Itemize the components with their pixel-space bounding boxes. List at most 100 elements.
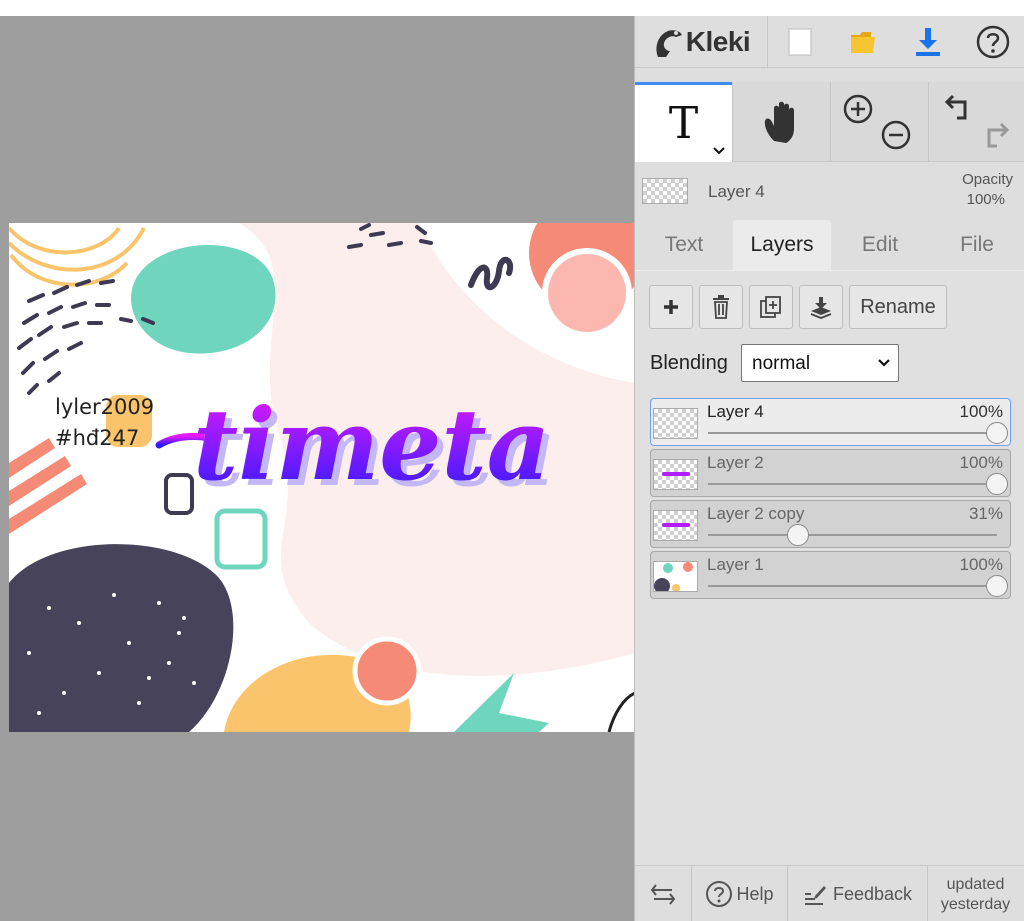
opacity-slider-handle[interactable] [986, 575, 1008, 597]
layer-thumbnail [653, 459, 698, 490]
rename-layer-button[interactable]: Rename [849, 285, 947, 329]
add-layer-button[interactable] [649, 285, 693, 329]
watermark-tag: #hđ247 [55, 426, 140, 450]
open-file-button[interactable] [832, 16, 896, 68]
layer-thumbnail [653, 408, 698, 439]
feedback-link[interactable]: Feedback [788, 866, 927, 921]
updated-status: updated yesterday [928, 875, 1023, 915]
merge-down-button[interactable] [799, 285, 843, 329]
blending-control: Blending normal [650, 344, 910, 384]
panel-footer: Help Feedback updated yesterday [635, 865, 1024, 921]
coral-stripes [9, 438, 87, 534]
zoom-buttons [831, 82, 928, 162]
kleki-bird-icon [656, 30, 682, 57]
swap-side-button[interactable] [635, 866, 691, 921]
current-layer-thumbnail [642, 178, 688, 204]
layers-tab-content: Rename Blending normal Layer 4 100% Laye… [635, 270, 1024, 865]
dark-rect-outline [164, 473, 194, 515]
opacity-slider-track[interactable] [708, 585, 997, 587]
mint-blob [131, 245, 276, 354]
browser-top-strip [0, 0, 1024, 16]
side-panel: Kleki T Layer 4 Opacity 100% Text Layers… [634, 16, 1024, 921]
zoom-out-icon[interactable] [879, 118, 913, 152]
hand-icon [764, 101, 794, 143]
mint-arrow [454, 673, 549, 732]
help-button[interactable] [960, 16, 1024, 68]
lettering-main: timeta [193, 388, 550, 503]
download-button[interactable] [896, 16, 960, 68]
layer-opacity-value: 31% [968, 504, 1003, 523]
layer-thumbnail [653, 561, 698, 594]
opacity-slider-track[interactable] [708, 534, 997, 536]
opacity-slider-handle[interactable] [986, 473, 1008, 495]
opacity-value[interactable]: 100% [967, 191, 1005, 208]
layer-preview-lettering [662, 523, 690, 527]
pink-circle [542, 248, 632, 338]
duplicate-icon [760, 296, 781, 318]
tab-text[interactable]: Text [635, 220, 733, 270]
opacity-slider-handle[interactable] [986, 422, 1008, 444]
zoom-in-icon[interactable] [841, 92, 875, 126]
plus-icon [664, 300, 678, 314]
tab-edit[interactable]: Edit [831, 220, 929, 270]
text-tool-icon: T [668, 98, 699, 149]
tab-layers[interactable]: Layers [733, 220, 831, 270]
redo-icon[interactable] [979, 120, 1011, 152]
chevron-down-icon[interactable] [712, 146, 726, 156]
trash-icon [713, 295, 729, 319]
opacity-slider-handle[interactable] [786, 524, 809, 546]
current-layer-name: Layer 4 [708, 182, 765, 201]
layer-preview-artwork [654, 562, 693, 594]
app-name: Kleki [685, 26, 751, 57]
toolbar-header: Kleki [635, 16, 1024, 68]
text-tool-button[interactable]: T [635, 82, 732, 162]
opacity-label: Opacity [962, 171, 1013, 188]
layer-name: Layer 1 [707, 555, 764, 574]
updated-line-1: updated [946, 876, 1005, 893]
mint-rect-outline [214, 508, 268, 570]
watermark-username: lyler2009 [55, 395, 155, 419]
coral-small-circle [352, 636, 422, 706]
layer-row-layer-2-copy[interactable]: Layer 2 copy 31% [650, 500, 1011, 548]
help-link[interactable]: Help [692, 866, 787, 921]
layer-thumbnail [653, 510, 698, 541]
help-label: Help [736, 883, 774, 904]
new-image-button[interactable] [768, 16, 832, 68]
layer-row-layer-2[interactable]: Layer 2 100% [650, 449, 1011, 497]
canvas-artwork: timeta timeta [9, 223, 635, 732]
dark-blob [9, 544, 234, 732]
tool-row: T [635, 82, 1024, 162]
layer-opacity-value: 100% [959, 453, 1003, 472]
layer-preview-lettering [662, 472, 690, 476]
hand-tool-button[interactable] [733, 82, 830, 162]
layer-name: Layer 4 [707, 402, 764, 421]
delete-layer-button[interactable] [699, 285, 743, 329]
updated-line-2: yesterday [940, 896, 1011, 913]
feedback-label: Feedback [832, 883, 913, 904]
layer-opacity-value: 100% [959, 555, 1003, 574]
black-stroke [607, 691, 635, 732]
workspace[interactable]: timeta timeta lyler2009 #hđ247 [0, 16, 635, 921]
tab-file[interactable]: File [929, 220, 1024, 270]
undo-icon[interactable] [943, 92, 975, 124]
layer-row-layer-1[interactable]: Layer 1 100% [650, 551, 1011, 599]
blending-select[interactable]: normal [741, 344, 899, 382]
opacity-slider-track[interactable] [708, 432, 997, 434]
duplicate-layer-button[interactable] [749, 285, 793, 329]
chevron-down-icon [878, 359, 890, 367]
current-layer-info: Layer 4 Opacity 100% [635, 162, 1024, 220]
layer-row-layer-4[interactable]: Layer 4 100% [650, 398, 1011, 446]
drawing-canvas[interactable]: timeta timeta lyler2009 #hđ247 [9, 223, 635, 732]
blending-label: Blending [650, 352, 728, 374]
opacity-slider-track[interactable] [708, 483, 997, 485]
layer-name: Layer 2 copy [707, 504, 805, 523]
layer-name: Layer 2 [707, 453, 764, 472]
download-icon [916, 28, 940, 56]
yellow-wavy-lines [9, 226, 146, 287]
new-image-icon [788, 28, 812, 56]
feedback-pen-icon [804, 886, 826, 905]
help-circle-icon [706, 881, 733, 907]
kleki-logo[interactable]: Kleki [635, 16, 767, 68]
folder-open-icon [851, 32, 875, 53]
help-circle-icon [976, 25, 1009, 59]
